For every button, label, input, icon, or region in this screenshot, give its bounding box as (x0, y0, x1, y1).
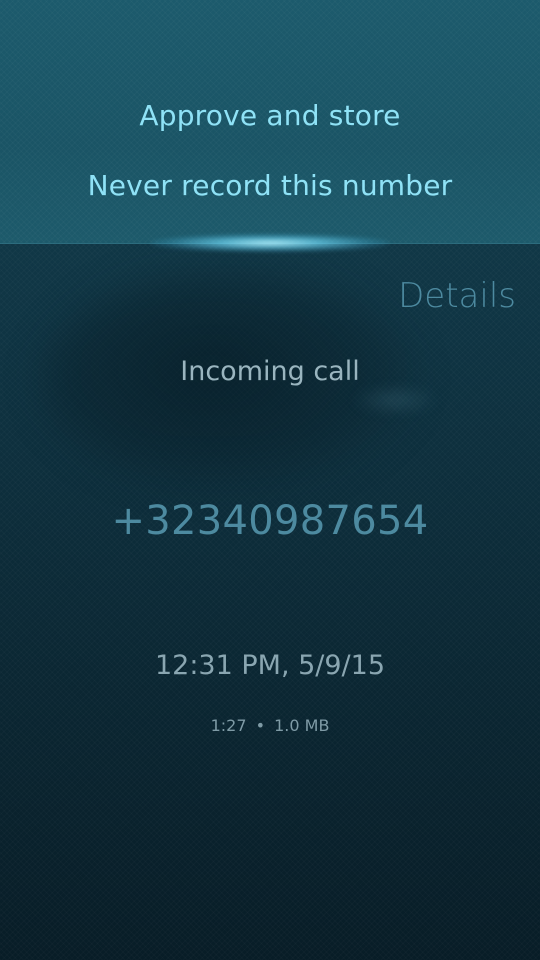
pulley-menu-indicator (150, 234, 390, 252)
meta-separator: • (255, 716, 266, 735)
call-type-label: Incoming call (180, 356, 360, 387)
page-header-title: Details (398, 276, 516, 316)
recording-file-size: 1.0 MB (274, 716, 330, 735)
never-record-number-menu-item[interactable]: Never record this number (0, 156, 540, 216)
approve-and-store-menu-item[interactable]: Approve and store (0, 86, 540, 146)
recording-meta: 1:27 • 1.0 MB (0, 716, 540, 735)
call-timestamp: 12:31 PM, 5/9/15 (154, 650, 386, 681)
ambient-background-glint (350, 385, 440, 415)
call-recording-details-page: Approve and store Never record this numb… (0, 0, 540, 960)
phone-number[interactable]: +32340987654 (0, 498, 540, 544)
pulley-menu: Approve and store Never record this numb… (0, 0, 540, 244)
recording-duration: 1:27 (210, 716, 247, 735)
